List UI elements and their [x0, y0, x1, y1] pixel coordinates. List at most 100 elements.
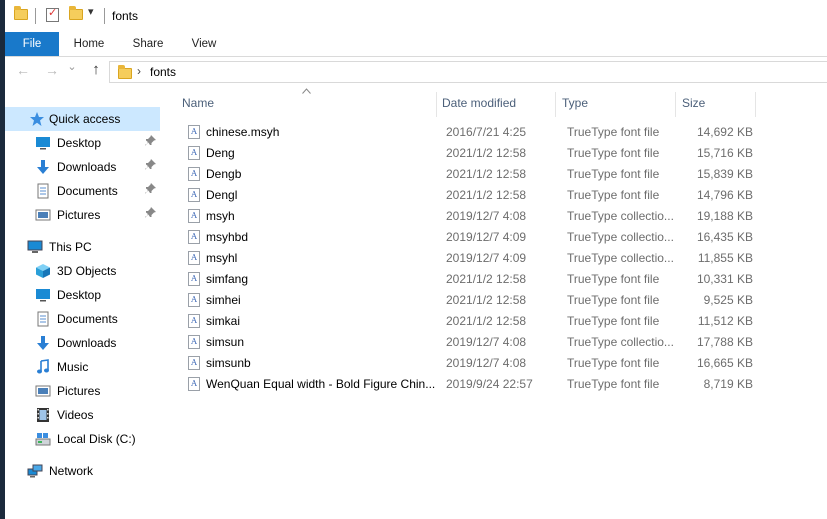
tab-file[interactable]: File [5, 32, 59, 56]
font-file-icon: A [188, 230, 200, 244]
file-row[interactable]: A Dengl 2021/1/2 12:58 TrueType font fil… [180, 185, 780, 206]
recent-locations-icon[interactable]: ⌄ [63, 60, 81, 73]
column-header-date-modified[interactable]: Date modified [442, 89, 516, 117]
file-size: 10,331 KB [696, 272, 753, 286]
column-header-type[interactable]: Type [562, 89, 588, 117]
file-date-modified: 2021/1/2 12:58 [446, 314, 527, 328]
file-row[interactable]: A msyhl 2019/12/7 4:09 TrueType collecti… [180, 248, 780, 269]
sidebar-item-downloads-pc[interactable]: Downloads [5, 331, 160, 355]
sidebar-item-label: Videos [57, 408, 94, 422]
back-icon[interactable]: ← [14, 62, 32, 78]
sidebar-item-pictures[interactable]: Pictures [5, 203, 160, 227]
file-row[interactable]: A simsun 2019/12/7 4:08 TrueType collect… [180, 332, 780, 353]
tab-share[interactable]: Share [123, 32, 173, 56]
file-type: TrueType font file [567, 314, 660, 328]
pictures-icon [35, 209, 51, 221]
sidebar-item-quick-access[interactable]: Quick access [5, 107, 160, 131]
navigation-pane: Quick access Desktop Downloads Documents… [5, 98, 165, 519]
file-date-modified: 2019/12/7 4:08 [446, 335, 527, 349]
file-size: 16,435 KB [696, 230, 753, 244]
file-date-modified: 2021/1/2 12:58 [446, 272, 527, 286]
network-icon [27, 464, 43, 478]
file-row[interactable]: A WenQuan Equal width - Bold Figure Chin… [180, 374, 780, 395]
sidebar-item-label: 3D Objects [57, 264, 117, 278]
file-row[interactable]: A simsunb 2019/12/7 4:08 TrueType font f… [180, 353, 780, 374]
tab-view[interactable]: View [181, 32, 227, 56]
file-date-modified: 2019/12/7 4:09 [446, 251, 527, 265]
sidebar-item-documents[interactable]: Documents [5, 179, 160, 203]
column-header-name[interactable]: Name [182, 89, 214, 117]
forward-icon[interactable]: → [43, 62, 61, 78]
window-title: fonts [112, 9, 139, 23]
sidebar-item-label: Desktop [57, 136, 102, 150]
sidebar-item-3d-objects[interactable]: 3D Objects [5, 259, 160, 283]
file-row[interactable]: A simkai 2021/1/2 12:58 TrueType font fi… [180, 311, 780, 332]
cube-icon [36, 264, 50, 278]
sidebar-item-music[interactable]: Music [5, 355, 160, 379]
file-size: 19,188 KB [696, 209, 753, 223]
pictures-icon [35, 385, 51, 397]
sidebar-item-label: Desktop [57, 288, 102, 302]
column-divider[interactable] [755, 92, 756, 117]
file-type: TrueType collectio... [567, 335, 674, 349]
new-folder-icon[interactable] [69, 6, 83, 20]
breadcrumb-chevron-icon[interactable]: › [137, 64, 141, 78]
desktop-icon [36, 289, 50, 302]
file-name: Dengl [206, 188, 238, 202]
file-row[interactable]: A simhei 2021/1/2 12:58 TrueType font fi… [180, 290, 780, 311]
pin-icon[interactable] [145, 159, 156, 173]
sort-ascending-icon [302, 86, 311, 96]
sidebar-item-desktop[interactable]: Desktop [5, 131, 160, 155]
sidebar-item-label: Network [49, 464, 94, 478]
file-row[interactable]: A msyhbd 2019/12/7 4:09 TrueType collect… [180, 227, 780, 248]
breadcrumb-fonts[interactable]: fonts [150, 65, 176, 79]
pin-icon[interactable] [145, 135, 156, 149]
pin-icon[interactable] [145, 207, 156, 221]
file-row[interactable]: A Dengb 2021/1/2 12:58 TrueType font fil… [180, 164, 780, 185]
file-type: TrueType font file [567, 293, 660, 307]
column-header-size[interactable]: Size [682, 89, 705, 117]
file-date-modified: 2016/7/21 4:25 [446, 125, 527, 139]
explorer-window: ▾ fonts File Home Share View ← → ⌄ ↑ › f… [5, 0, 827, 519]
pin-icon[interactable] [145, 183, 156, 197]
up-icon[interactable]: ↑ [87, 61, 105, 78]
column-divider[interactable] [436, 92, 437, 117]
folder-app-icon[interactable] [14, 6, 28, 20]
sidebar-item-label: Documents [57, 184, 118, 198]
file-size: 11,855 KB [697, 251, 753, 265]
font-file-icon: A [188, 272, 200, 286]
column-divider[interactable] [555, 92, 556, 117]
sidebar-item-documents-pc[interactable]: Documents [5, 307, 160, 331]
titlebar-divider [104, 8, 105, 24]
font-file-icon: A [188, 335, 200, 349]
file-date-modified: 2019/12/7 4:09 [446, 230, 527, 244]
font-file-icon: A [188, 293, 200, 307]
sidebar-item-label: Pictures [57, 384, 101, 398]
file-date-modified: 2021/1/2 12:58 [446, 188, 527, 202]
file-name: WenQuan Equal width - Bold Figure Chin..… [206, 377, 436, 391]
sidebar-item-label: Music [57, 360, 89, 374]
sidebar-item-pictures-pc[interactable]: Pictures [5, 379, 160, 403]
properties-icon[interactable] [46, 6, 59, 22]
sidebar-item-videos[interactable]: Videos [5, 403, 160, 427]
sidebar-item-label: This PC [49, 240, 92, 254]
sidebar-item-network[interactable]: Network [5, 459, 160, 483]
sidebar-item-this-pc[interactable]: This PC [5, 235, 160, 259]
font-file-icon: A [188, 314, 200, 328]
file-name: simfang [206, 272, 249, 286]
disk-icon [35, 433, 51, 446]
file-row[interactable]: A Deng 2021/1/2 12:58 TrueType font file… [180, 143, 780, 164]
file-row[interactable]: A msyh 2019/12/7 4:08 TrueType collectio… [180, 206, 780, 227]
sidebar-item-downloads[interactable]: Downloads [5, 155, 160, 179]
sidebar-item-desktop-pc[interactable]: Desktop [5, 283, 160, 307]
column-divider[interactable] [675, 92, 676, 117]
sidebar-item-local-disk[interactable]: Local Disk (C:) [5, 427, 160, 451]
tab-home[interactable]: Home [63, 32, 115, 56]
file-name: Dengb [206, 167, 242, 181]
quick-access-toolbar-dropdown-icon[interactable]: ▾ [88, 5, 94, 18]
address-bar[interactable]: › fonts [109, 61, 827, 83]
file-size: 11,512 KB [697, 314, 753, 328]
file-row[interactable]: A simfang 2021/1/2 12:58 TrueType font f… [180, 269, 780, 290]
file-row[interactable]: A chinese.msyh 2016/7/21 4:25 TrueType f… [180, 122, 780, 143]
file-type: TrueType font file [567, 272, 660, 286]
